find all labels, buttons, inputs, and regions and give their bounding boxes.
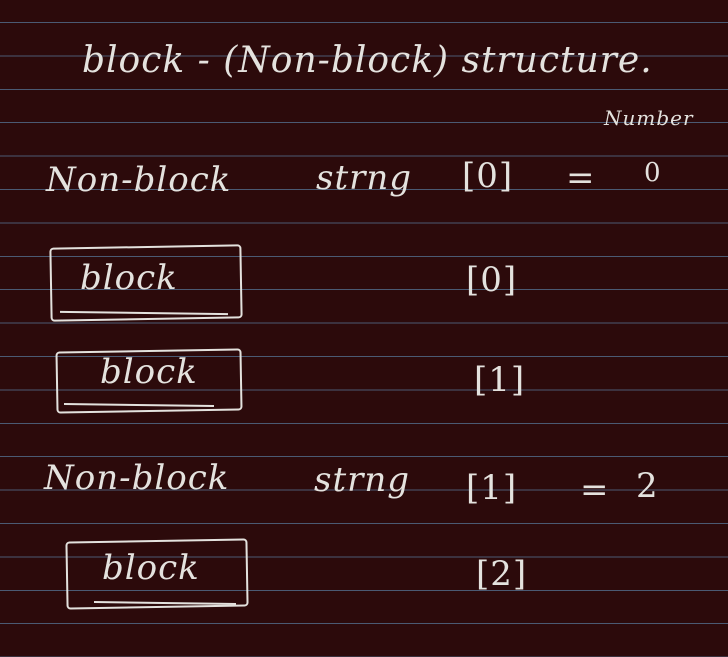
row-4-equals: =: [580, 470, 610, 510]
notes-page: block - (Non-block) structure. Number No…: [0, 0, 728, 657]
row-4-index: [1]: [466, 468, 518, 508]
row-4-count: 2: [636, 466, 659, 506]
row-2-label: block: [80, 258, 178, 298]
page-title: block - (Non-block) structure.: [82, 40, 653, 81]
row-2-index: [0]: [466, 260, 518, 300]
row-5-label: block: [102, 548, 200, 588]
row-4-sub-label: strng: [314, 460, 411, 500]
number-column-header: Number: [604, 106, 694, 130]
row-5-index: [2]: [476, 554, 528, 594]
row-1-index: [0]: [462, 156, 514, 196]
row-4-label: Non-block: [44, 458, 230, 498]
row-1-count: 0: [644, 158, 662, 188]
row-1-sub-label: strng: [316, 158, 413, 198]
row-1-label: Non-block: [46, 160, 232, 200]
row-3-label: block: [100, 352, 198, 392]
row-1-equals: =: [566, 158, 596, 198]
row-3-index: [1]: [474, 360, 526, 400]
